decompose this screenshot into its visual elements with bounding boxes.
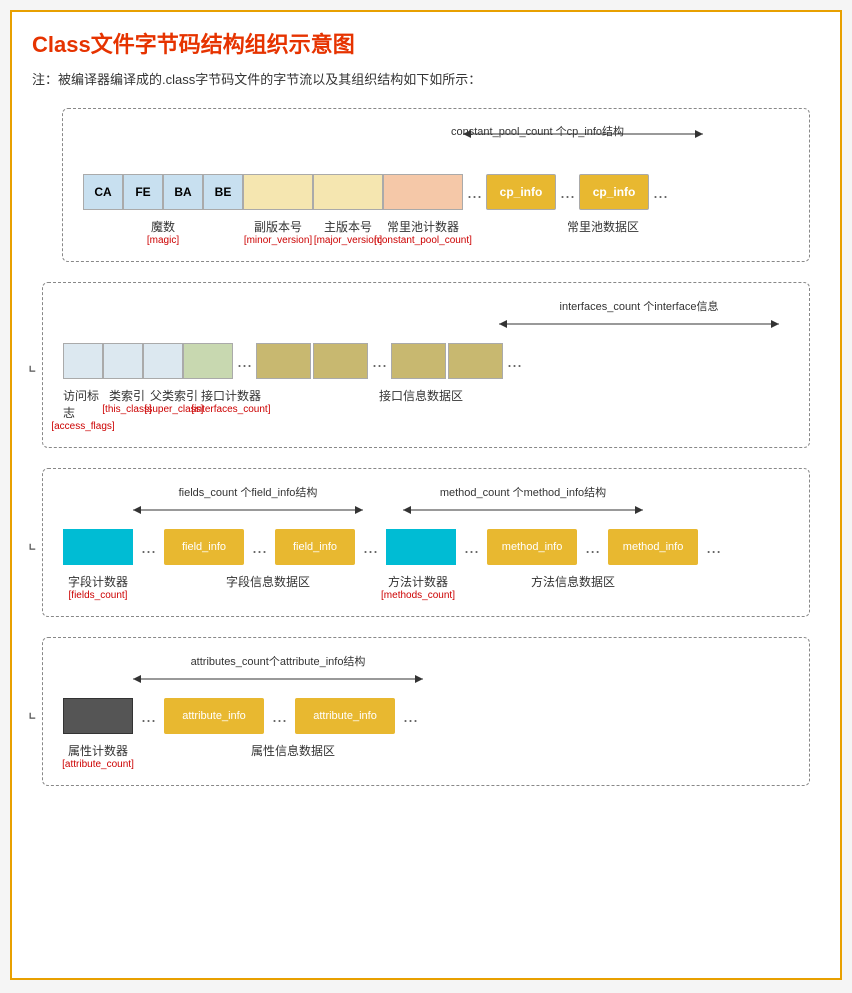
byte-ba: BA (163, 174, 203, 210)
interface-arrow-svg (499, 316, 779, 332)
section3-arrows: fields_count 个field_info结构 method_count … (63, 484, 789, 523)
label-marea: 方法信息数据区 (463, 573, 683, 590)
section2-arrow-indicator: ⌞ (28, 355, 36, 376)
iinfo-box4 (448, 343, 503, 379)
finfo-box2: field_info (275, 529, 355, 565)
labels-row3: 字段计数器 [fields_count] 字段信息数据区 方法计数器 [meth… (63, 573, 789, 601)
section4: ⌞ attributes_count个attribute_info结构 ... … (42, 637, 810, 786)
attr-count-box (63, 698, 133, 734)
dots1: ... (467, 182, 482, 203)
interface-arrow-container: interfaces_count 个interface信息 (63, 298, 779, 337)
methods-arrow-container: method_count 个method_info结构 (403, 484, 643, 523)
access-box (63, 343, 103, 379)
label-fcount: 字段计数器 [fields_count] (63, 573, 133, 601)
fields-count-box (63, 529, 133, 565)
label-const-count: 常里池计数器 [constant_pool_count] (383, 218, 463, 246)
labels-row1: 魔数 [magic] 副版本号 [minor_version] 主版本号 [ma… (83, 218, 789, 246)
labels-row4: 属性计数器 [attribute_count] 属性信息数据区 (63, 742, 789, 770)
interface-arrow-label: interfaces_count 个interface信息 (499, 298, 779, 314)
minfo-box1: method_info (487, 529, 577, 565)
label-this: 类索引 [this_class] (107, 387, 147, 415)
fields-arrow-label: fields_count 个field_info结构 (133, 484, 363, 500)
methods-arrow-svg (403, 502, 643, 518)
byte-be: BE (203, 174, 243, 210)
labels-row2: 访问标志 [access_flags] 类索引 [this_class] 父类索… (63, 387, 789, 432)
iinfo-box2 (313, 343, 368, 379)
byte-cp-info1: cp_info (486, 174, 556, 210)
section3: ⌞ fields_count 个field_info结构 method_coun… (42, 468, 810, 617)
iinfo-box1 (256, 343, 311, 379)
const-pool-arrow-label: constant_pool_count 个cp_info结构 (451, 123, 624, 139)
main-container: Class文件字节码结构组织示意图 注：被编译器编译成的.class字节码文件的… (10, 10, 842, 980)
dots-m1: ... (464, 537, 479, 558)
section3-arrow-indicator: ⌞ (28, 532, 36, 553)
dots-f2: ... (252, 537, 267, 558)
attr-arrow-label: attributes_count个attribute_info结构 (133, 653, 423, 669)
label-acount: 属性计数器 [attribute_count] (63, 742, 133, 770)
dots-f3: ... (363, 537, 378, 558)
dots-m2: ... (585, 537, 600, 558)
section2-row: ... ... ... (63, 343, 789, 379)
methods-arrow-label: method_count 个method_info结构 (403, 484, 643, 500)
label-icount: 接口计数器 [interfaces_count] (201, 387, 261, 415)
label-magic: 魔数 [magic] (83, 218, 243, 246)
label-aarea: 属性信息数据区 (163, 742, 423, 759)
byte-minor (243, 174, 313, 210)
section3-row: ... field_info ... field_info ... ... me… (63, 529, 789, 565)
section4-arrow-indicator: ⌞ (28, 701, 36, 722)
dots-a3: ... (403, 706, 418, 727)
fields-arrow-container: fields_count 个field_info结构 (133, 484, 363, 523)
byte-fe: FE (123, 174, 163, 210)
fields-arrow-svg (133, 502, 363, 518)
note-text: 注：被编译器编译成的.class字节码文件的字节流以及其组织结构如下如所示： (32, 69, 820, 88)
attr-arrow-container: attributes_count个attribute_info结构 (133, 653, 423, 692)
label-mcount: 方法计数器 [methods_count] (383, 573, 453, 601)
interface-arrow: interfaces_count 个interface信息 (499, 298, 779, 337)
section1: constant_pool_count 个cp_info结构 CA FE BA … (62, 108, 810, 262)
label-minor: 副版本号 [minor_version] (243, 218, 313, 246)
label-iarea: 接口信息数据区 (301, 387, 541, 404)
byte-cp-info2: cp_info (579, 174, 649, 210)
dots-if3: ... (507, 351, 522, 372)
label-major: 主版本号 [major_version] (313, 218, 383, 246)
dots-m3: ... (706, 537, 721, 558)
finfo-box1: field_info (164, 529, 244, 565)
ainfo-box1: attribute_info (164, 698, 264, 734)
icount-box (183, 343, 233, 379)
super-box (143, 343, 183, 379)
dots-f1: ... (141, 537, 156, 558)
byte-ca: CA (83, 174, 123, 210)
byte-const-count (383, 174, 463, 210)
this-box (103, 343, 143, 379)
dots-if2: ... (372, 351, 387, 372)
page-title: Class文件字节码结构组织示意图 (32, 27, 820, 59)
dots-a1: ... (141, 706, 156, 727)
methods-count-box (386, 529, 456, 565)
dots2: ... (560, 182, 575, 203)
ainfo-box2: attribute_info (295, 698, 395, 734)
iinfo-box3 (391, 343, 446, 379)
label-access: 访问标志 [access_flags] (63, 387, 103, 432)
dots-a2: ... (272, 706, 287, 727)
dots-if1: ... (237, 351, 252, 372)
byte-major (313, 174, 383, 210)
label-const-pool: 常里池数据区 (503, 218, 703, 235)
section4-row: ... attribute_info ... attribute_info ..… (63, 698, 789, 734)
minfo-box2: method_info (608, 529, 698, 565)
bytes-row: CA FE BA BE ... cp_info ... cp_info ... (83, 174, 789, 210)
dots3: ... (653, 182, 668, 203)
section2: ⌞ interfaces_count 个interface信息 ... (42, 282, 810, 448)
label-farea: 字段信息数据区 (163, 573, 373, 590)
attr-arrow-svg (133, 671, 423, 687)
